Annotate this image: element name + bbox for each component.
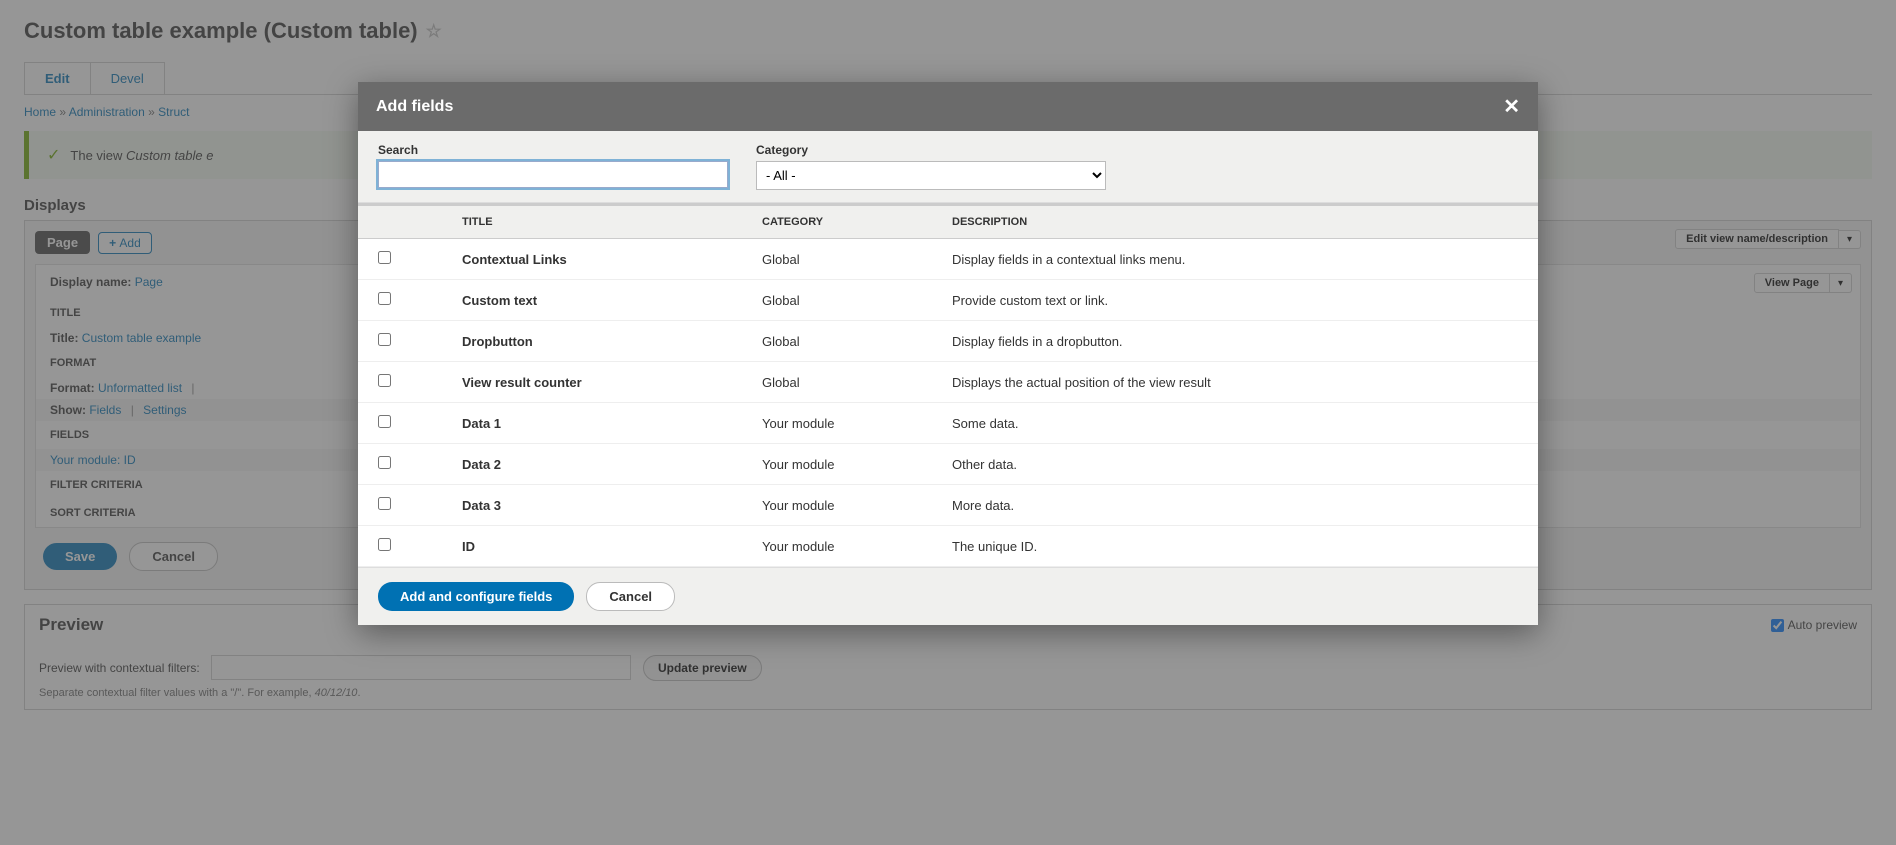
search-input[interactable] xyxy=(378,161,728,188)
search-label: Search xyxy=(378,143,728,157)
th-category: CATEGORY xyxy=(748,205,938,239)
table-row: Custom textGlobalProvide custom text or … xyxy=(358,280,1538,321)
field-title: Dropbutton xyxy=(448,321,748,362)
add-fields-modal: Add fields ✕ Search Category - All - TIT… xyxy=(358,82,1538,625)
field-checkbox[interactable] xyxy=(378,251,391,264)
field-checkbox[interactable] xyxy=(378,292,391,305)
field-category: Your module xyxy=(748,526,938,567)
field-checkbox[interactable] xyxy=(378,456,391,469)
field-checkbox[interactable] xyxy=(378,538,391,551)
table-row: DropbuttonGlobalDisplay fields in a drop… xyxy=(358,321,1538,362)
field-title: Contextual Links xyxy=(448,239,748,280)
field-description: The unique ID. xyxy=(938,526,1538,567)
field-category: Global xyxy=(748,280,938,321)
field-description: Some data. xyxy=(938,403,1538,444)
table-row: Data 3Your moduleMore data. xyxy=(358,485,1538,526)
field-category: Your module xyxy=(748,485,938,526)
modal-overlay: Add fields ✕ Search Category - All - TIT… xyxy=(0,0,1896,845)
field-title: Custom text xyxy=(448,280,748,321)
th-checkbox xyxy=(358,205,448,239)
table-row: Contextual LinksGlobalDisplay fields in … xyxy=(358,239,1538,280)
field-description: Provide custom text or link. xyxy=(938,280,1538,321)
field-checkbox[interactable] xyxy=(378,333,391,346)
table-row: View result counterGlobalDisplays the ac… xyxy=(358,362,1538,403)
field-checkbox[interactable] xyxy=(378,415,391,428)
th-description: DESCRIPTION xyxy=(938,205,1538,239)
field-category: Global xyxy=(748,321,938,362)
field-title: Data 3 xyxy=(448,485,748,526)
fields-table: TITLE CATEGORY DESCRIPTION Contextual Li… xyxy=(358,203,1538,567)
category-label: Category xyxy=(756,143,1106,157)
table-row: IDYour moduleThe unique ID. xyxy=(358,526,1538,567)
field-description: Display fields in a contextual links men… xyxy=(938,239,1538,280)
table-row: Data 1Your moduleSome data. xyxy=(358,403,1538,444)
close-icon[interactable]: ✕ xyxy=(1503,94,1520,119)
table-row: Data 2Your moduleOther data. xyxy=(358,444,1538,485)
field-category: Global xyxy=(748,362,938,403)
field-description: Other data. xyxy=(938,444,1538,485)
add-configure-button[interactable]: Add and configure fields xyxy=(378,582,574,611)
field-category: Your module xyxy=(748,444,938,485)
field-title: Data 1 xyxy=(448,403,748,444)
field-checkbox[interactable] xyxy=(378,497,391,510)
modal-title: Add fields xyxy=(376,98,453,116)
th-title: TITLE xyxy=(448,205,748,239)
field-description: More data. xyxy=(938,485,1538,526)
field-category: Global xyxy=(748,239,938,280)
field-checkbox[interactable] xyxy=(378,374,391,387)
field-title: Data 2 xyxy=(448,444,748,485)
field-category: Your module xyxy=(748,403,938,444)
field-title: ID xyxy=(448,526,748,567)
modal-cancel-button[interactable]: Cancel xyxy=(586,582,675,611)
field-title: View result counter xyxy=(448,362,748,403)
category-select[interactable]: - All - xyxy=(756,161,1106,190)
field-description: Displays the actual position of the view… xyxy=(938,362,1538,403)
field-description: Display fields in a dropbutton. xyxy=(938,321,1538,362)
